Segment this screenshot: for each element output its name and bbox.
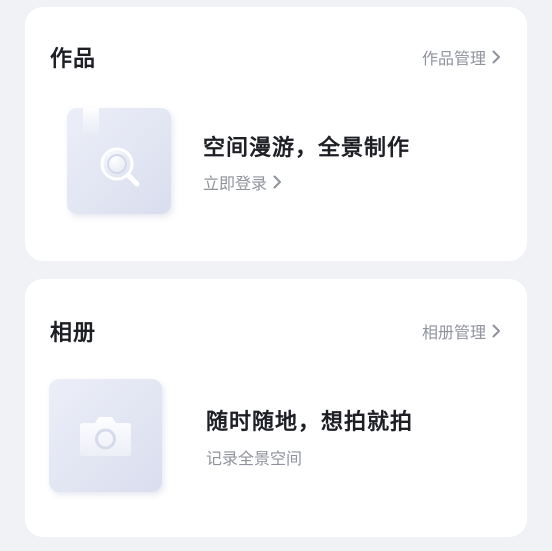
album-subline: 记录全景空间 — [206, 449, 303, 468]
works-manage-label: 作品管理 — [421, 49, 486, 68]
album-manage-label: 相册管理 — [421, 323, 486, 342]
album-empty-thumbnail — [49, 379, 162, 492]
album-headline: 随时随地，想拍就拍 — [206, 410, 414, 435]
chevron-right-icon — [492, 324, 501, 338]
camera-icon — [80, 417, 131, 456]
bookmark-search-icon — [83, 108, 140, 187]
album-card: 相册 相册管理 随时随地，想拍就拍 记录全景空间 — [25, 279, 527, 537]
chevron-right-icon — [273, 175, 282, 189]
works-card: 作品 作品管理 空间漫游，全景制作 立即登录 — [25, 7, 527, 261]
chevron-right-icon — [492, 50, 501, 64]
works-section-title: 作品 — [50, 47, 97, 72]
works-empty-thumbnail — [67, 108, 171, 214]
works-headline: 空间漫游，全景制作 — [203, 136, 411, 161]
works-manage-link[interactable]: 作品管理 — [422, 45, 501, 69]
album-manage-link[interactable]: 相册管理 — [422, 319, 501, 343]
album-section-title: 相册 — [50, 321, 97, 346]
login-label: 立即登录 — [203, 174, 268, 193]
login-link[interactable]: 立即登录 — [203, 170, 282, 194]
